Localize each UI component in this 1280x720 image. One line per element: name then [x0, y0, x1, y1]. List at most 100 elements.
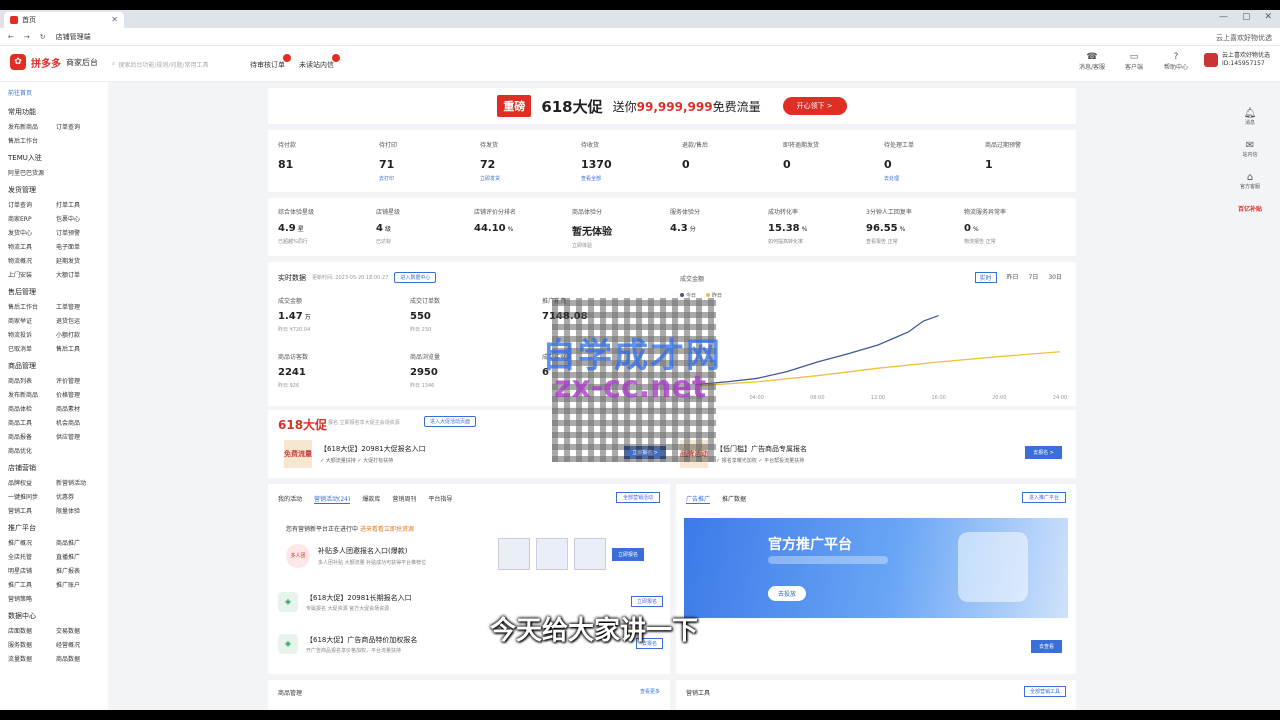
sidebar-item[interactable]: 流量数据	[8, 654, 56, 663]
sidebar-item[interactable]: 订单查询	[8, 200, 56, 209]
sidebar-item[interactable]: 新营销活动	[56, 478, 100, 487]
period-option[interactable]: 昨日	[1007, 272, 1019, 283]
order-stat-link[interactable]: 立即发货	[480, 175, 580, 182]
sidebar-item[interactable]: 全店托管	[8, 552, 56, 561]
sidebar-item[interactable]: 商品工具	[8, 418, 56, 427]
sidebar-item[interactable]: 大额订单	[56, 270, 100, 279]
sidebar-item[interactable]: 推广概况	[8, 538, 56, 547]
ad-platform-banner[interactable]: 官方推广平台 去投放	[684, 518, 1068, 618]
help-button[interactable]: ? 帮助中心	[1162, 52, 1190, 71]
sidebar-item[interactable]: 物流投诉	[8, 330, 56, 339]
sidebar-item[interactable]: 延期发货	[56, 256, 100, 265]
shop-metric[interactable]: 店铺星级 4 级已达标	[376, 207, 476, 245]
sidebar-item[interactable]: 一键推同步	[8, 492, 56, 501]
activity-row[interactable]: ◈ 【618大促】20981长期报名入口 专属报名 大促资源 官方大促会场资源 …	[278, 592, 663, 612]
rail-inbox[interactable]: ✉ 站内信	[1238, 140, 1262, 158]
order-stat[interactable]: 退款/售后 0	[682, 140, 782, 175]
sidebar-item[interactable]: 工单管理	[56, 302, 100, 311]
sidebar-item[interactable]: 商家ERP	[8, 214, 56, 223]
order-stat[interactable]: 待付款 81	[278, 140, 378, 175]
tab-ad-promotion[interactable]: 广告推广	[686, 494, 711, 504]
shop-metric[interactable]: 物流服务异常率 0% 物流报告 正常	[964, 207, 1064, 245]
thumbnail-1[interactable]	[498, 538, 530, 570]
browser-tab[interactable]: 首页 ✕	[4, 12, 124, 28]
realtime-metric[interactable]: 商品访客数 2241 昨日 926	[278, 352, 388, 389]
rail-subsidy[interactable]: 百亿补贴	[1238, 204, 1262, 213]
sidebar-item[interactable]: 商品列表	[8, 376, 56, 385]
order-stat-link[interactable]: 查看全部	[581, 175, 681, 182]
sidebar-item[interactable]: 订单查询	[56, 122, 100, 131]
sidebar-item[interactable]: 直播推广	[56, 552, 100, 561]
nav-pending-orders[interactable]: 待审核订单	[250, 54, 291, 70]
sidebar-item[interactable]: 店面数据	[8, 626, 56, 635]
period-option[interactable]: 30日	[1048, 272, 1062, 283]
sidebar-item[interactable]: 服务数据	[8, 640, 56, 649]
sidebar-item[interactable]: 电子面单	[56, 242, 100, 251]
promo-banner[interactable]: 重磅 618大促 送你99,999,999免费流量 开心领下 >	[268, 88, 1076, 124]
order-stat[interactable]: 即将逾期发货 0	[783, 140, 883, 175]
sidebar-item[interactable]: 经营概况	[56, 640, 100, 649]
sidebar-section-title[interactable]: 店铺营销	[8, 463, 100, 473]
tab-promotion-data[interactable]: 推广数据	[722, 494, 746, 504]
activity-main[interactable]: 多人团 补贴多人团邀报名入口(爆款) 多人团补贴 大额流量 补贴成功可获得平台推…	[286, 538, 666, 574]
sidebar-item[interactable]: 发布新商品	[8, 390, 56, 399]
sidebar-section-title[interactable]: 常用功能	[8, 107, 100, 117]
sidebar-item[interactable]: 商品推广	[56, 538, 100, 547]
back-icon[interactable]: ←	[8, 33, 14, 41]
activity-tab[interactable]: 爆款库	[362, 494, 380, 504]
sidebar-item[interactable]: 售后工作台	[8, 302, 56, 311]
shop-metric[interactable]: 服务体验分 4.3 分	[670, 207, 770, 238]
sidebar-item[interactable]: 商品报备	[8, 432, 56, 441]
sidebar-item[interactable]: 包裹中心	[56, 214, 100, 223]
customer-service-button[interactable]: ☎ 消息/客服	[1078, 52, 1106, 71]
activity-tab[interactable]: 营销活动(24)	[314, 494, 351, 504]
shop-metric-sub[interactable]: 查看报告 正常	[866, 238, 966, 245]
sidebar-section-title[interactable]: 推广平台	[8, 523, 100, 533]
realtime-metric[interactable]: 成交订单数 550 昨日 230	[410, 296, 520, 333]
sidebar-item[interactable]: 机会商品	[56, 418, 100, 427]
ad-banner-button[interactable]: 去投放	[768, 586, 807, 601]
reload-icon[interactable]: ↻	[40, 33, 46, 41]
sidebar-section-title[interactable]: 商品管理	[8, 361, 100, 371]
all-tools-button[interactable]: 全部营销工具	[1023, 686, 1066, 697]
sidebar-item[interactable]: 价格管理	[56, 390, 100, 399]
sidebar-item[interactable]: 阿里巴巴货源	[8, 168, 56, 177]
order-stat[interactable]: 待打印 71 去打印	[379, 140, 479, 182]
order-stat-link[interactable]: 去处理	[884, 175, 984, 182]
shop-metric-sub[interactable]: 已超越%同行	[278, 238, 378, 245]
activity-headline-tag[interactable]: 进来看看立即抢资源	[360, 526, 414, 533]
minimize-icon[interactable]: —	[1219, 12, 1228, 22]
thumbnail-2[interactable]	[536, 538, 568, 570]
shop-metric[interactable]: 综合体验星级 4.9 星已超越%同行	[278, 207, 378, 245]
sidebar-item[interactable]: 上门安装	[8, 270, 56, 279]
activity-tab[interactable]: 营销周刊	[392, 494, 416, 504]
enter-ad-platform-button[interactable]: 进入推广平台	[1021, 492, 1066, 503]
shop-metric[interactable]: 成功转化率 15.38% 如何提高转化率	[768, 207, 868, 245]
sidebar-item[interactable]: 打单工具	[56, 200, 100, 209]
sidebar-item[interactable]: 已取消单	[8, 344, 56, 353]
rail-message[interactable]: 🔔︎ 消息	[1238, 108, 1262, 126]
view-more-link[interactable]: 查看更多	[640, 688, 660, 695]
thumbnail-3[interactable]	[574, 538, 606, 570]
sidebar-item[interactable]: 推广报表	[56, 566, 100, 575]
rail-official-service[interactable]: ⌂ 官方客服	[1238, 172, 1262, 190]
order-stat[interactable]: 商品过期预警 1	[985, 140, 1085, 175]
url-text[interactable]: 店铺管理端	[56, 32, 91, 42]
nav-unread-messages[interactable]: 未读站内信	[299, 54, 340, 70]
shop-metric[interactable]: 3分钟人工回复率 96.55% 查看报告 正常	[866, 207, 966, 245]
period-option[interactable]: 实时	[974, 272, 997, 283]
sidebar-item[interactable]: 优惠券	[56, 492, 100, 501]
activity-tab[interactable]: 我的活动	[278, 494, 302, 504]
sidebar-item[interactable]: 明星店铺	[8, 566, 56, 575]
logo[interactable]: ✿ 拼多多 商家后台	[10, 54, 98, 70]
sidebar-item[interactable]: 推广账户	[56, 580, 100, 589]
sidebar-item[interactable]: 售后工作台	[8, 136, 56, 145]
all-activities-button[interactable]: 全部营销活动	[615, 492, 660, 503]
sidebar-item[interactable]: 商品优化	[8, 446, 56, 455]
sidebar-item[interactable]: 评价管理	[56, 376, 100, 385]
promo-item-button[interactable]: 去报名 >	[1025, 446, 1062, 459]
sidebar-item[interactable]: 供应管理	[56, 432, 100, 441]
sidebar-item[interactable]: 售后工具	[56, 344, 100, 353]
sidebar-item[interactable]: 交易数据	[56, 626, 100, 635]
shop-switcher[interactable]: 云上喜欢好物优选 ID:145957157	[1203, 52, 1270, 68]
